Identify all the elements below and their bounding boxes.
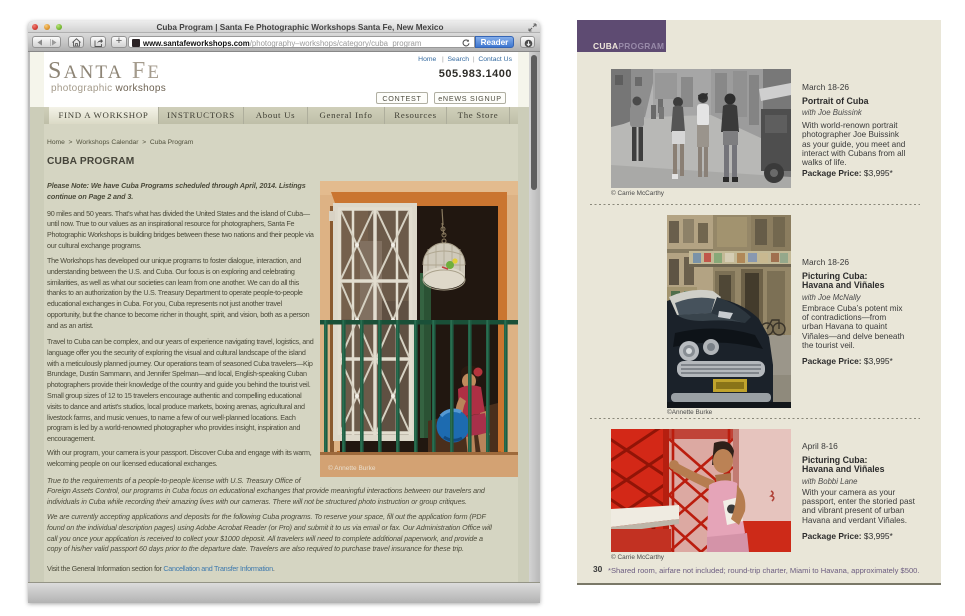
svg-text:© Annette Burke: © Annette Burke — [328, 464, 376, 472]
